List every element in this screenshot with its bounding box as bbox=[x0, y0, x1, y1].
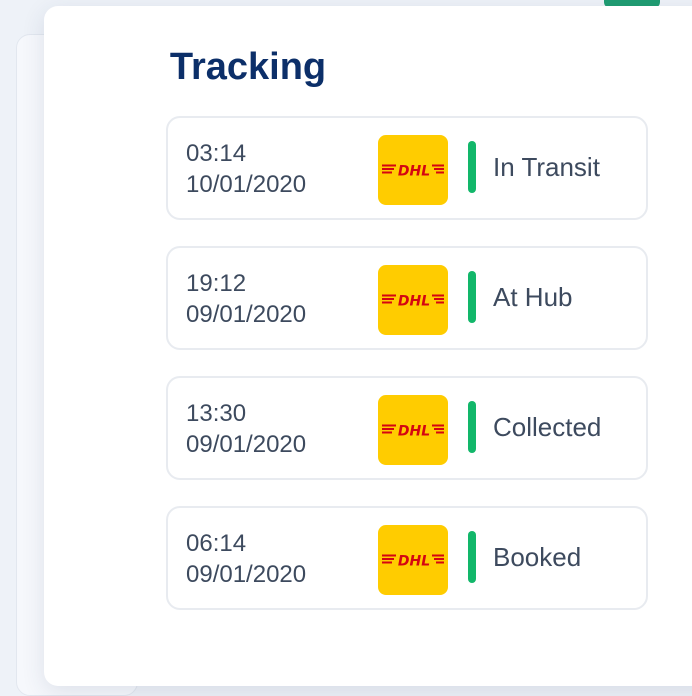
timestamp: 06:14 09/01/2020 bbox=[186, 528, 306, 590]
timestamp: 19:12 09/01/2020 bbox=[186, 268, 306, 330]
dhl-logo-text: DHL bbox=[398, 294, 430, 310]
status-indicator bbox=[468, 141, 476, 193]
dhl-logo-icon: DHL bbox=[378, 395, 448, 465]
event-time: 06:14 bbox=[186, 530, 247, 557]
status-indicator bbox=[468, 531, 476, 583]
tracking-row[interactable]: 19:12 09/01/2020 DHL At Hub bbox=[166, 246, 648, 350]
event-date: 09/01/2020 bbox=[186, 561, 307, 588]
tracking-row[interactable]: 06:14 09/01/2020 DHL Booked bbox=[166, 506, 648, 610]
tracking-row[interactable]: 13:30 09/01/2020 DHL Collected bbox=[166, 376, 648, 480]
status-indicator bbox=[468, 271, 476, 323]
status-label: At Hub bbox=[493, 282, 573, 312]
event-date: 10/01/2020 bbox=[186, 171, 307, 198]
dhl-logo-text: DHL bbox=[398, 164, 430, 180]
timestamp: 03:14 10/01/2020 bbox=[186, 138, 306, 200]
event-time: 03:14 bbox=[186, 140, 247, 167]
status-label: Collected bbox=[493, 412, 602, 442]
status-label: In Transit bbox=[493, 152, 600, 182]
event-time: 13:30 bbox=[186, 400, 247, 427]
dhl-logo-text: DHL bbox=[398, 424, 430, 440]
dhl-logo-icon: DHL bbox=[378, 265, 448, 335]
event-time: 19:12 bbox=[186, 270, 247, 297]
timestamp: 13:30 09/01/2020 bbox=[186, 398, 306, 460]
dhl-logo-icon: DHL bbox=[378, 135, 448, 205]
dhl-logo-text: DHL bbox=[398, 554, 430, 570]
dhl-logo-icon: DHL bbox=[378, 525, 448, 595]
status-label: Booked bbox=[493, 542, 582, 572]
tracking-row[interactable]: 03:14 10/01/2020 DHL In Transit bbox=[166, 116, 648, 220]
event-date: 09/01/2020 bbox=[186, 301, 307, 328]
tracking-list: 03:14 10/01/2020 DHL In Transit 19:12 09… bbox=[166, 116, 648, 636]
status-indicator bbox=[468, 401, 476, 453]
modal-title: Tracking bbox=[169, 46, 327, 88]
tracking-modal: Tracking 03:14 10/01/2020 DHL In Transit… bbox=[44, 6, 692, 686]
event-date: 09/01/2020 bbox=[186, 431, 307, 458]
